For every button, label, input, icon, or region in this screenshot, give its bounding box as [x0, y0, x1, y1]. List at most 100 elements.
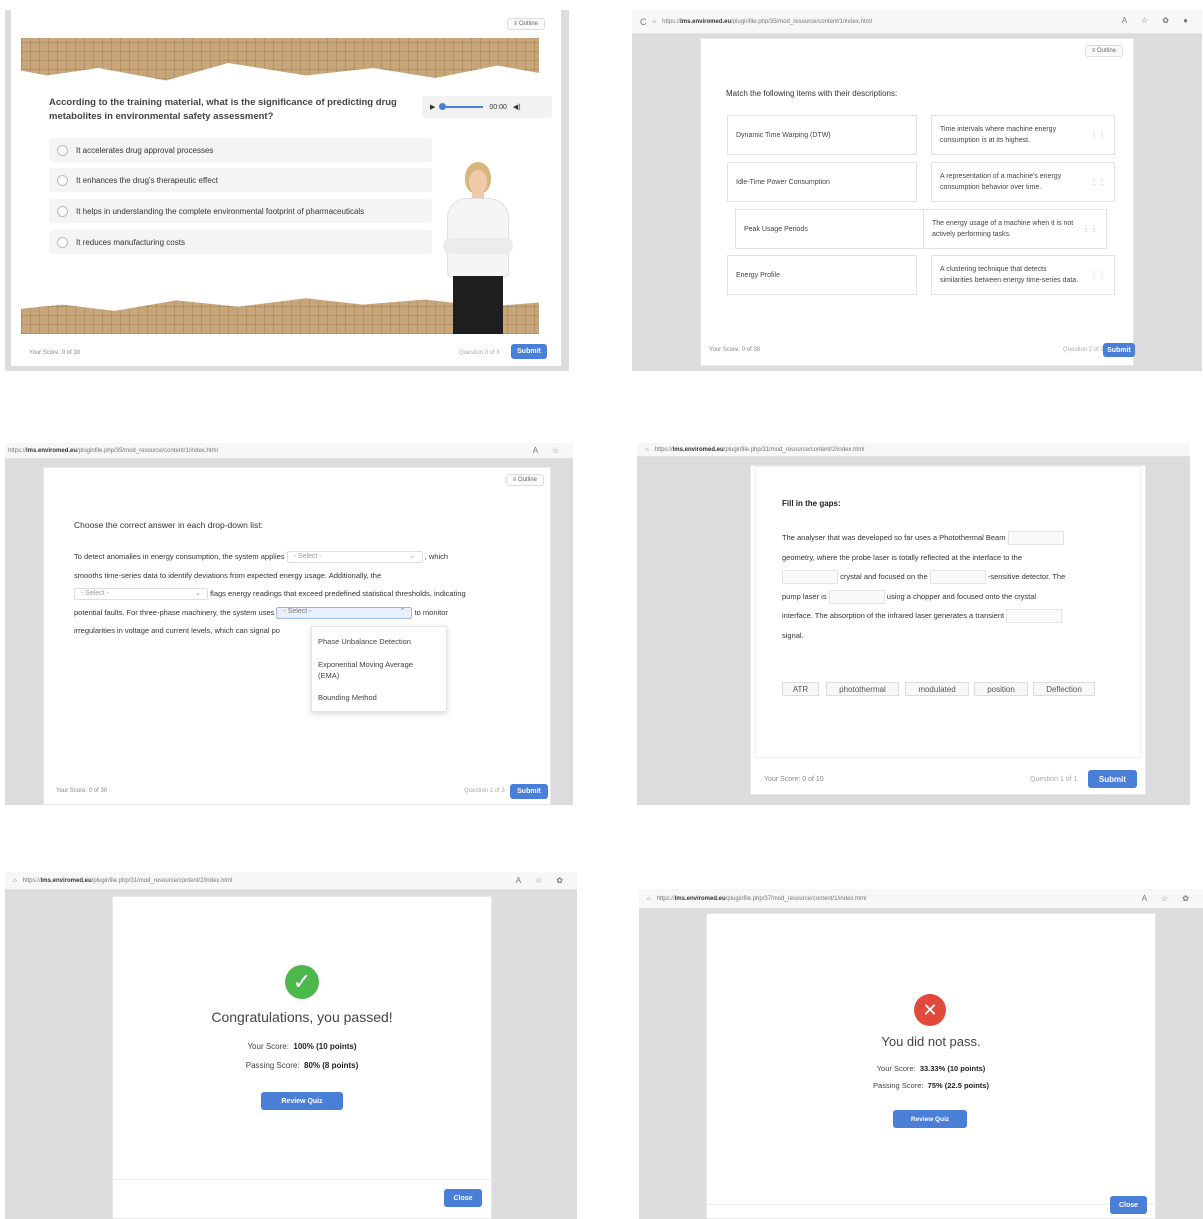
- dropdown-option[interactable]: Bounding Method: [318, 693, 377, 702]
- panel-matching: C ⌂ https://lms.enviromed.eu/pluginfile.…: [632, 10, 1202, 371]
- volume-icon[interactable]: ◀): [513, 103, 521, 111]
- match-term: Dynamic Time Warping (DTW): [727, 115, 917, 155]
- submit-button[interactable]: Submit: [511, 344, 547, 359]
- answer-option[interactable]: It helps in understanding the complete e…: [49, 199, 432, 223]
- chevron-down-icon: ⌄: [409, 552, 416, 560]
- reload-icon[interactable]: C: [640, 17, 647, 27]
- radio-button[interactable]: [57, 205, 68, 217]
- drag-handle-icon[interactable]: ⋮⋮: [1090, 130, 1106, 141]
- instruction-text: Choose the correct answer in each drop-d…: [74, 520, 263, 530]
- audio-time: 00:00: [489, 103, 507, 111]
- gap-input[interactable]: [782, 570, 838, 585]
- passing-score-line: Passing Score: 80% (8 points): [245, 1061, 359, 1070]
- result-title: You did not pass.: [881, 1034, 981, 1049]
- your-score-line: Your Score: 33.33% (10 points): [876, 1064, 986, 1073]
- browser-action-icons[interactable]: A ☆ ✿ ●: [1122, 16, 1194, 25]
- torn-paper-top: [21, 38, 539, 81]
- browser-action-icons[interactable]: A ☆: [533, 446, 565, 455]
- drag-handle-icon[interactable]: ⋮⋮: [1090, 177, 1106, 188]
- match-description[interactable]: The energy usage of a machine when it is…: [923, 209, 1107, 249]
- play-icon[interactable]: ▶: [430, 103, 435, 111]
- audio-progress-track[interactable]: [439, 103, 484, 110]
- quiz-card: ≡ Outline According to the training mate…: [11, 10, 561, 366]
- result-card: ✓ Congratulations, you passed! Your Scor…: [112, 896, 492, 1219]
- success-check-icon: ✓: [285, 965, 319, 999]
- question-counter: Question 2 of 3: [1063, 347, 1104, 353]
- panel-fill-gaps: ⌂ https://lms.enviromed.eu/pluginfile.ph…: [637, 443, 1190, 805]
- match-term: Peak Usage Periods: [735, 209, 925, 249]
- outline-icon: ≡: [1091, 48, 1096, 54]
- browser-address-bar[interactable]: C ⌂ https://lms.enviromed.eu/pluginfile.…: [632, 10, 1202, 34]
- gap-input[interactable]: [1007, 531, 1064, 546]
- gap-input[interactable]: [828, 589, 885, 604]
- instruction-text: Match the following items with their des…: [726, 89, 898, 98]
- quiz-card: Fill in the gaps: The analyser that was …: [750, 465, 1146, 795]
- review-quiz-button[interactable]: Review Quiz: [261, 1092, 343, 1110]
- outline-button[interactable]: ≡ Outline: [1084, 45, 1123, 57]
- browser-address-bar[interactable]: ⌂ https://lms.enviromed.eu/pluginfile.ph…: [637, 443, 1190, 457]
- outline-icon: ≡: [513, 21, 518, 27]
- outline-button[interactable]: ≡ Outline: [506, 18, 545, 30]
- passing-score-line: Passing Score: 75% (22.5 points): [873, 1081, 989, 1090]
- quiz-card: ≡ Outline Match the following items with…: [700, 38, 1135, 366]
- chevron-down-icon: ⌄: [195, 589, 201, 597]
- review-quiz-button[interactable]: Review Quiz: [893, 1110, 967, 1128]
- url-text[interactable]: https://lms.enviromed.eu/pluginfile.php/…: [657, 896, 867, 902]
- panel-result-failed: ⌂ https://lms.enviromed.eu/pluginfile.ph…: [639, 889, 1203, 1219]
- your-score-line: Your Score: 100% (10 points): [247, 1042, 357, 1051]
- presenter-avatar: [439, 162, 519, 334]
- submit-button[interactable]: Submit: [1088, 770, 1137, 788]
- word-chip[interactable]: modulated: [905, 682, 969, 696]
- word-chip[interactable]: ATR: [782, 682, 819, 696]
- url-text[interactable]: https://lms.enviromed.eu/pluginfile.php/…: [23, 878, 233, 884]
- lock-icon: ⌂: [652, 18, 657, 25]
- answer-option[interactable]: It enhances the drug's therapeutic effec…: [49, 168, 432, 192]
- browser-address-bar[interactable]: ⌂ https://lms.enviromed.eu/pluginfile.ph…: [639, 889, 1203, 909]
- drag-handle-icon[interactable]: ⋮⋮: [1090, 270, 1106, 281]
- answer-option[interactable]: It reduces manufacturing costs: [49, 230, 432, 254]
- match-term: Idle-Time Power Consumption: [727, 162, 917, 202]
- browser-address-bar[interactable]: https://lms.enviromed.eu/pluginfile.php/…: [5, 443, 573, 459]
- radio-button[interactable]: [57, 174, 68, 186]
- submit-button[interactable]: Submit: [510, 784, 548, 799]
- submit-button[interactable]: Submit: [1103, 343, 1135, 357]
- outline-button[interactable]: ≡ Outline: [505, 474, 544, 486]
- radio-button[interactable]: [57, 144, 68, 156]
- answer-option[interactable]: It accelerates drug approval processes: [49, 138, 432, 162]
- gap-paragraph: The analyser that was developed so far u…: [782, 531, 1066, 640]
- dropdown-option[interactable]: Exponential Moving Average (EMA): [318, 659, 436, 681]
- failure-x-icon: ✕: [914, 994, 946, 1026]
- quiz-card: ≡ Outline Choose the correct answer in e…: [43, 467, 551, 805]
- dropdown-option[interactable]: Phase Unbalance Detection: [318, 637, 411, 646]
- url-text[interactable]: https://lms.enviromed.eu/pluginfile.php/…: [655, 447, 865, 453]
- gap-input[interactable]: [1006, 609, 1063, 624]
- match-description[interactable]: A representation of a machine's energy c…: [931, 162, 1115, 202]
- word-chip[interactable]: Deflection: [1033, 682, 1095, 696]
- match-description[interactable]: A clustering technique that detects simi…: [931, 255, 1115, 295]
- word-chip[interactable]: photothermal: [826, 682, 899, 696]
- close-button[interactable]: Close: [1110, 1196, 1147, 1214]
- radio-button[interactable]: [57, 236, 68, 248]
- browser-address-bar[interactable]: ⌂ https://lms.enviromed.eu/pluginfile.ph…: [5, 872, 577, 890]
- question-text: According to the training material, what…: [49, 97, 397, 122]
- browser-action-icons[interactable]: A ☆ ✿: [1142, 894, 1195, 903]
- drag-handle-icon[interactable]: ⋮⋮: [1082, 224, 1098, 235]
- question-counter: Question 1 of 1: [1030, 776, 1078, 783]
- url-text[interactable]: https://lms.enviromed.eu/pluginfile.php/…: [8, 448, 218, 454]
- match-description[interactable]: Time intervals where machine energy cons…: [931, 115, 1115, 155]
- close-button[interactable]: Close: [444, 1189, 482, 1207]
- result-title: Congratulations, you passed!: [211, 1009, 393, 1025]
- gap-input[interactable]: [929, 570, 986, 585]
- audio-player: ▶ 00:00 ◀): [422, 96, 552, 118]
- result-card: ✕ You did not pass. Your Score: 33.33% (…: [706, 913, 1156, 1219]
- panel-dropdown: https://lms.enviromed.eu/pluginfile.php/…: [5, 443, 573, 805]
- score-text: Your Score: 0 of 30: [29, 350, 81, 356]
- url-text[interactable]: https://lms.enviromed.eu/pluginfile.php/…: [662, 19, 872, 25]
- answer-select-open[interactable]: - Select - ⌃: [276, 606, 413, 619]
- answer-select[interactable]: - Select - ⌄: [286, 551, 423, 564]
- word-chip[interactable]: position: [974, 682, 1028, 696]
- answer-select[interactable]: - Select - ⌄: [74, 588, 208, 601]
- match-term: Energy Profile: [727, 255, 917, 295]
- gap-title: Fill in the gaps:: [782, 499, 841, 508]
- browser-action-icons[interactable]: A ☆ ✿: [516, 876, 569, 885]
